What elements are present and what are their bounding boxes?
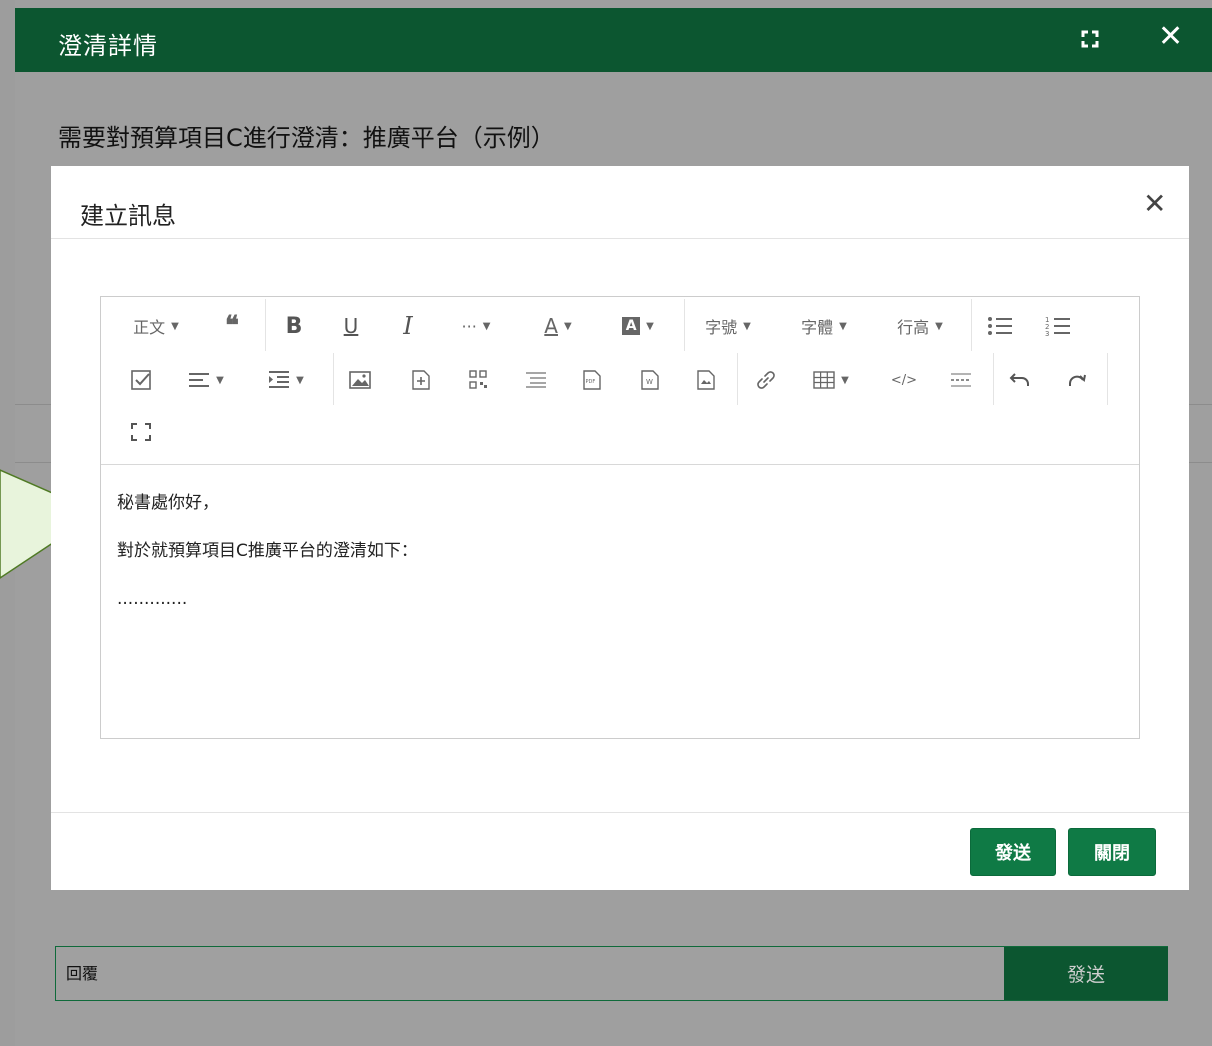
reply-input[interactable]: [56, 947, 1004, 1000]
caret-down-icon: ▼: [563, 320, 572, 332]
divider: [51, 238, 1189, 239]
caret-down-icon: ▼: [482, 320, 491, 332]
divider: [1107, 353, 1108, 405]
content-line: 對於就預算項目C推廣平台的澄清如下：: [117, 541, 418, 561]
indent-icon[interactable]: ▼: [261, 365, 311, 395]
svg-text:PDF: PDF: [586, 379, 596, 385]
blockquote-icon[interactable]: ❝: [217, 311, 247, 341]
svg-text:W: W: [646, 378, 653, 386]
divider: [684, 299, 685, 351]
font-color-icon[interactable]: A ▼: [533, 311, 583, 341]
qr-code-icon[interactable]: [463, 365, 493, 395]
clarification-subject: 需要對預算項目C進行澄清：推廣平台（示例）: [58, 124, 555, 152]
divider: [333, 353, 334, 405]
numbered-list-icon[interactable]: 123: [1043, 311, 1073, 341]
link-icon[interactable]: [751, 365, 781, 395]
maximize-icon[interactable]: [1081, 30, 1099, 48]
caret-down-icon: ▼: [296, 374, 304, 386]
send-button[interactable]: 發送: [970, 828, 1056, 876]
horizontal-line-icon[interactable]: [946, 365, 976, 395]
caret-down-icon: ▼: [839, 320, 847, 332]
close-button[interactable]: 關閉: [1068, 828, 1156, 876]
font-size-dropdown[interactable]: 字號 ▼: [698, 311, 758, 341]
insert-word-icon[interactable]: W: [635, 365, 665, 395]
table-icon[interactable]: ▼: [806, 365, 856, 395]
bullet-list-icon[interactable]: [985, 311, 1015, 341]
italic-icon[interactable]: I: [393, 311, 423, 341]
background-color-icon[interactable]: A ▼: [613, 311, 663, 341]
caret-down-icon: ▼: [841, 374, 849, 386]
caret-down-icon: ▼: [216, 374, 224, 386]
undo-icon[interactable]: [1005, 365, 1035, 395]
outer-modal-header: 澄清詳情 ✕: [15, 8, 1212, 72]
divider: [971, 299, 972, 351]
underline-icon[interactable]: U: [336, 311, 366, 341]
insert-file-icon[interactable]: [406, 365, 436, 395]
font-size-label: 字號: [705, 318, 738, 337]
font-family-label: 字體: [801, 318, 834, 337]
caret-down-icon: ▼: [171, 320, 179, 332]
font-family-dropdown[interactable]: 字體 ▼: [794, 311, 854, 341]
more-styles-icon[interactable]: ··· ▼: [451, 311, 501, 341]
editor-content[interactable]: 秘書處你好， 對於就預算項目C推廣平台的澄清如下： .............: [101, 466, 1139, 738]
insert-image-icon[interactable]: [345, 365, 375, 395]
fullscreen-icon[interactable]: [126, 417, 156, 447]
align-icon[interactable]: ▼: [181, 365, 231, 395]
dialog-title: 建立訊息: [80, 202, 176, 230]
bold-icon[interactable]: B: [279, 311, 309, 341]
divider: [51, 812, 1189, 813]
table-of-contents-icon[interactable]: [521, 365, 551, 395]
caret-down-icon: ▼: [935, 320, 943, 332]
redo-icon[interactable]: [1063, 365, 1093, 395]
paragraph-format-label: 正文: [133, 318, 166, 337]
content-line: .............: [117, 589, 188, 609]
line-height-dropdown[interactable]: 行高 ▼: [890, 311, 950, 341]
rich-text-editor: 正文 ▼ ❝ B U I ··· ▼ A ▼ A ▼ 字號 ▼ 字體 ▼ 行高 ▼ 123: [100, 296, 1140, 739]
caret-down-icon: ▼: [646, 320, 654, 332]
divider: [737, 353, 738, 405]
code-icon[interactable]: </>: [889, 365, 919, 395]
create-message-dialog: 建立訊息 ✕ 正文 ▼ ❝ B U I ··· ▼ A ▼ A ▼ 字號 ▼ 字體 ▼ 行高…: [51, 166, 1189, 890]
divider: [265, 299, 266, 351]
close-icon[interactable]: ✕: [1158, 22, 1183, 52]
line-height-label: 行高: [897, 318, 930, 337]
paragraph-format-dropdown[interactable]: 正文 ▼: [126, 311, 186, 341]
insert-document-icon[interactable]: [691, 365, 721, 395]
editor-toolbar: 正文 ▼ ❝ B U I ··· ▼ A ▼ A ▼ 字號 ▼ 字體 ▼ 行高 ▼ 123: [101, 297, 1139, 465]
reply-bar: 發送: [55, 946, 1168, 1001]
svg-text:3: 3: [1045, 330, 1049, 337]
caret-down-icon: ▼: [743, 320, 751, 332]
reply-send-button[interactable]: 發送: [1004, 947, 1168, 1000]
content-line: 秘書處你好，: [117, 493, 219, 513]
divider: [993, 353, 994, 405]
checkbox-icon[interactable]: [126, 365, 156, 395]
close-icon[interactable]: ✕: [1143, 190, 1166, 218]
insert-pdf-icon[interactable]: PDF: [577, 365, 607, 395]
